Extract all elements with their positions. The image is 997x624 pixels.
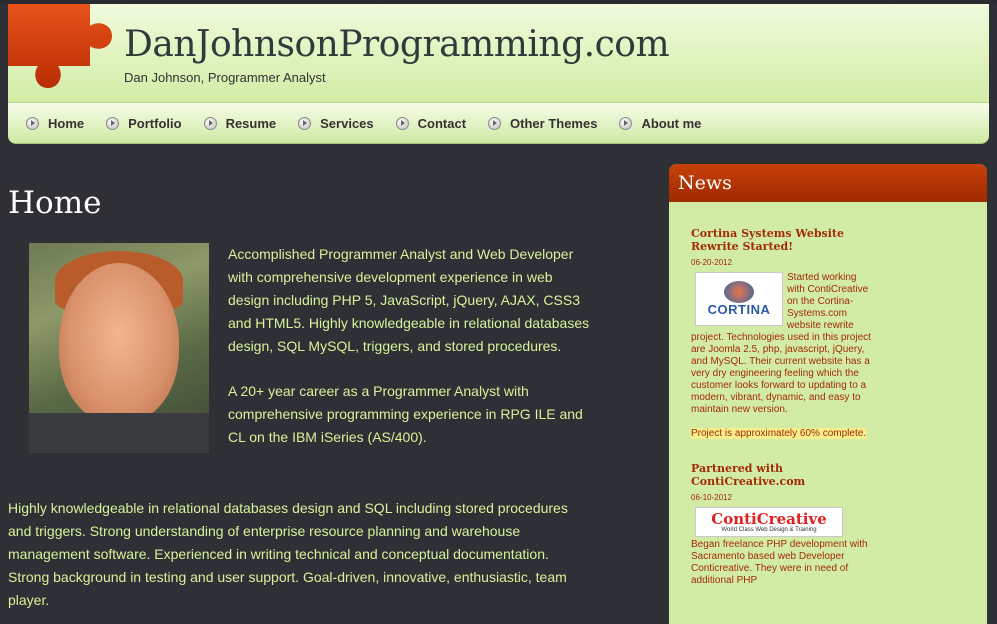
conticreative-logo-sub: World Class Web Design & Training [721, 526, 817, 533]
news-item-content: CORTINA Started working with ContiCreati… [691, 272, 874, 440]
news-list: Cortina Systems Website Rewrite Started!… [691, 227, 874, 587]
nav-item-resume[interactable]: Resume [203, 115, 277, 131]
nav-item-home[interactable]: Home [26, 116, 84, 131]
arrow-bullet-icon [26, 116, 39, 130]
intro-paragraph-1: Accomplished Programmer Analyst and Web … [228, 246, 590, 354]
news-item-date: 06-20-2012 [691, 258, 732, 267]
cortina-emblem-icon [724, 281, 754, 303]
conticreative-logo-text: ContiCreative [711, 509, 827, 528]
site-header: DanJohnsonProgramming.com Dan Johnson, P… [8, 4, 989, 102]
nav-label: About me [641, 115, 702, 131]
nav-label: Resume [225, 115, 277, 131]
main-nav: Home Portfolio Resume Services Contact O… [8, 102, 989, 144]
arrow-bullet-icon [298, 116, 312, 130]
cortina-logo-text: CORTINA [707, 302, 771, 317]
news-item-body: Began freelance PHP development with Sac… [691, 539, 868, 586]
photo-face [59, 263, 179, 423]
sidebar-title: News [678, 172, 732, 194]
news-item: Partnered with ContiCreative.com 06-10-2… [691, 462, 874, 587]
nav-item-other-themes[interactable]: Other Themes [488, 116, 597, 131]
puzzle-logo-icon [8, 4, 112, 88]
nav-item-contact[interactable]: Contact [395, 115, 467, 131]
news-item-highlight: Project is approximately 60% complete. [691, 428, 867, 439]
cortina-logo: CORTINA [695, 272, 783, 326]
sidebar-header: News [669, 164, 987, 202]
intro-paragraph-3: Highly knowledgeable in relational datab… [8, 500, 568, 608]
intro-paragraph-2: A 20+ year career as a Programmer Analys… [228, 383, 583, 445]
news-item-content: ContiCreative World Class Web Design & T… [691, 507, 874, 587]
arrow-bullet-icon [203, 116, 217, 130]
news-item-title[interactable]: Partnered with ContiCreative.com [691, 462, 874, 488]
nav-item-portfolio[interactable]: Portfolio [106, 115, 182, 131]
photo-shirt [29, 413, 209, 453]
site-subtitle: Dan Johnson, Programmer Analyst [124, 70, 326, 85]
nav-item-services[interactable]: Services [298, 116, 374, 131]
arrow-bullet-icon [619, 116, 633, 130]
arrow-bullet-icon [106, 116, 120, 130]
arrow-bullet-icon [395, 116, 409, 130]
news-sidebar: News Cortina Systems Website Rewrite Sta… [669, 164, 987, 624]
news-item-title[interactable]: Cortina Systems Website Rewrite Started! [691, 227, 874, 253]
news-item: Cortina Systems Website Rewrite Started!… [691, 227, 874, 440]
nav-label: Contact [417, 115, 467, 131]
nav-label: Portfolio [128, 115, 182, 131]
news-item-date: 06-10-2012 [691, 493, 732, 502]
nav-label: Home [48, 115, 85, 131]
nav-label: Other Themes [510, 115, 598, 131]
nav-label: Services [320, 115, 374, 131]
arrow-bullet-icon [488, 116, 502, 130]
intro-text: Accomplished Programmer Analyst and Web … [228, 243, 593, 471]
profile-photo [29, 243, 209, 453]
page-title: Home [8, 185, 102, 221]
nav-item-about-me[interactable]: About me [619, 116, 701, 131]
site-title[interactable]: DanJohnsonProgramming.com [124, 24, 670, 65]
conticreative-logo: ContiCreative World Class Web Design & T… [695, 507, 843, 537]
